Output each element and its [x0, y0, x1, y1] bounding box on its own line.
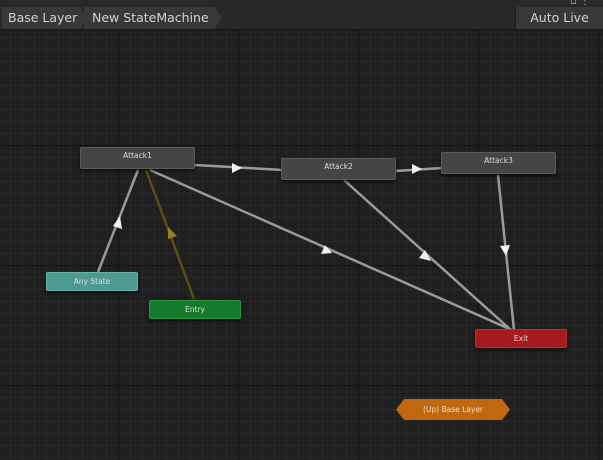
- transition-arrow-icon: [168, 227, 177, 239]
- state-label: Attack2: [324, 162, 353, 171]
- transition-arrow-icon: [232, 163, 242, 173]
- state-attack1[interactable]: Attack1: [80, 147, 195, 169]
- state-label: Attack1: [123, 151, 152, 160]
- state-label: Any State: [73, 277, 111, 286]
- state-up-base-layer[interactable]: (Up) Base Layer: [396, 399, 510, 420]
- transition-arrow-icon: [412, 164, 422, 174]
- breadcrumb-new-statemachine[interactable]: New StateMachine: [84, 7, 214, 29]
- breadcrumb-separator-icon: [214, 7, 222, 29]
- state-attack3[interactable]: Attack3: [441, 152, 556, 174]
- state-any-state[interactable]: Any State: [46, 272, 138, 291]
- state-attack2[interactable]: Attack2: [281, 158, 396, 180]
- state-label: Entry: [185, 305, 205, 314]
- state-label: Attack3: [484, 156, 513, 165]
- state-entry[interactable]: Entry: [149, 300, 241, 319]
- breadcrumb-base-layer[interactable]: Base Layer: [2, 7, 80, 29]
- auto-live-link-button[interactable]: Auto Live Link: [515, 7, 603, 47]
- graph-toolbar: Base Layer New StateMachine Auto Live Li…: [0, 0, 603, 47]
- window-menu-icon[interactable]: ▫ ⋮: [570, 0, 590, 7]
- animator-graph-canvas[interactable]: Attack1 Attack2 Attack3 Any State Entry …: [0, 30, 603, 460]
- transition-edges: [96, 163, 516, 333]
- state-label: Exit: [513, 334, 529, 343]
- state-exit[interactable]: Exit: [475, 329, 567, 348]
